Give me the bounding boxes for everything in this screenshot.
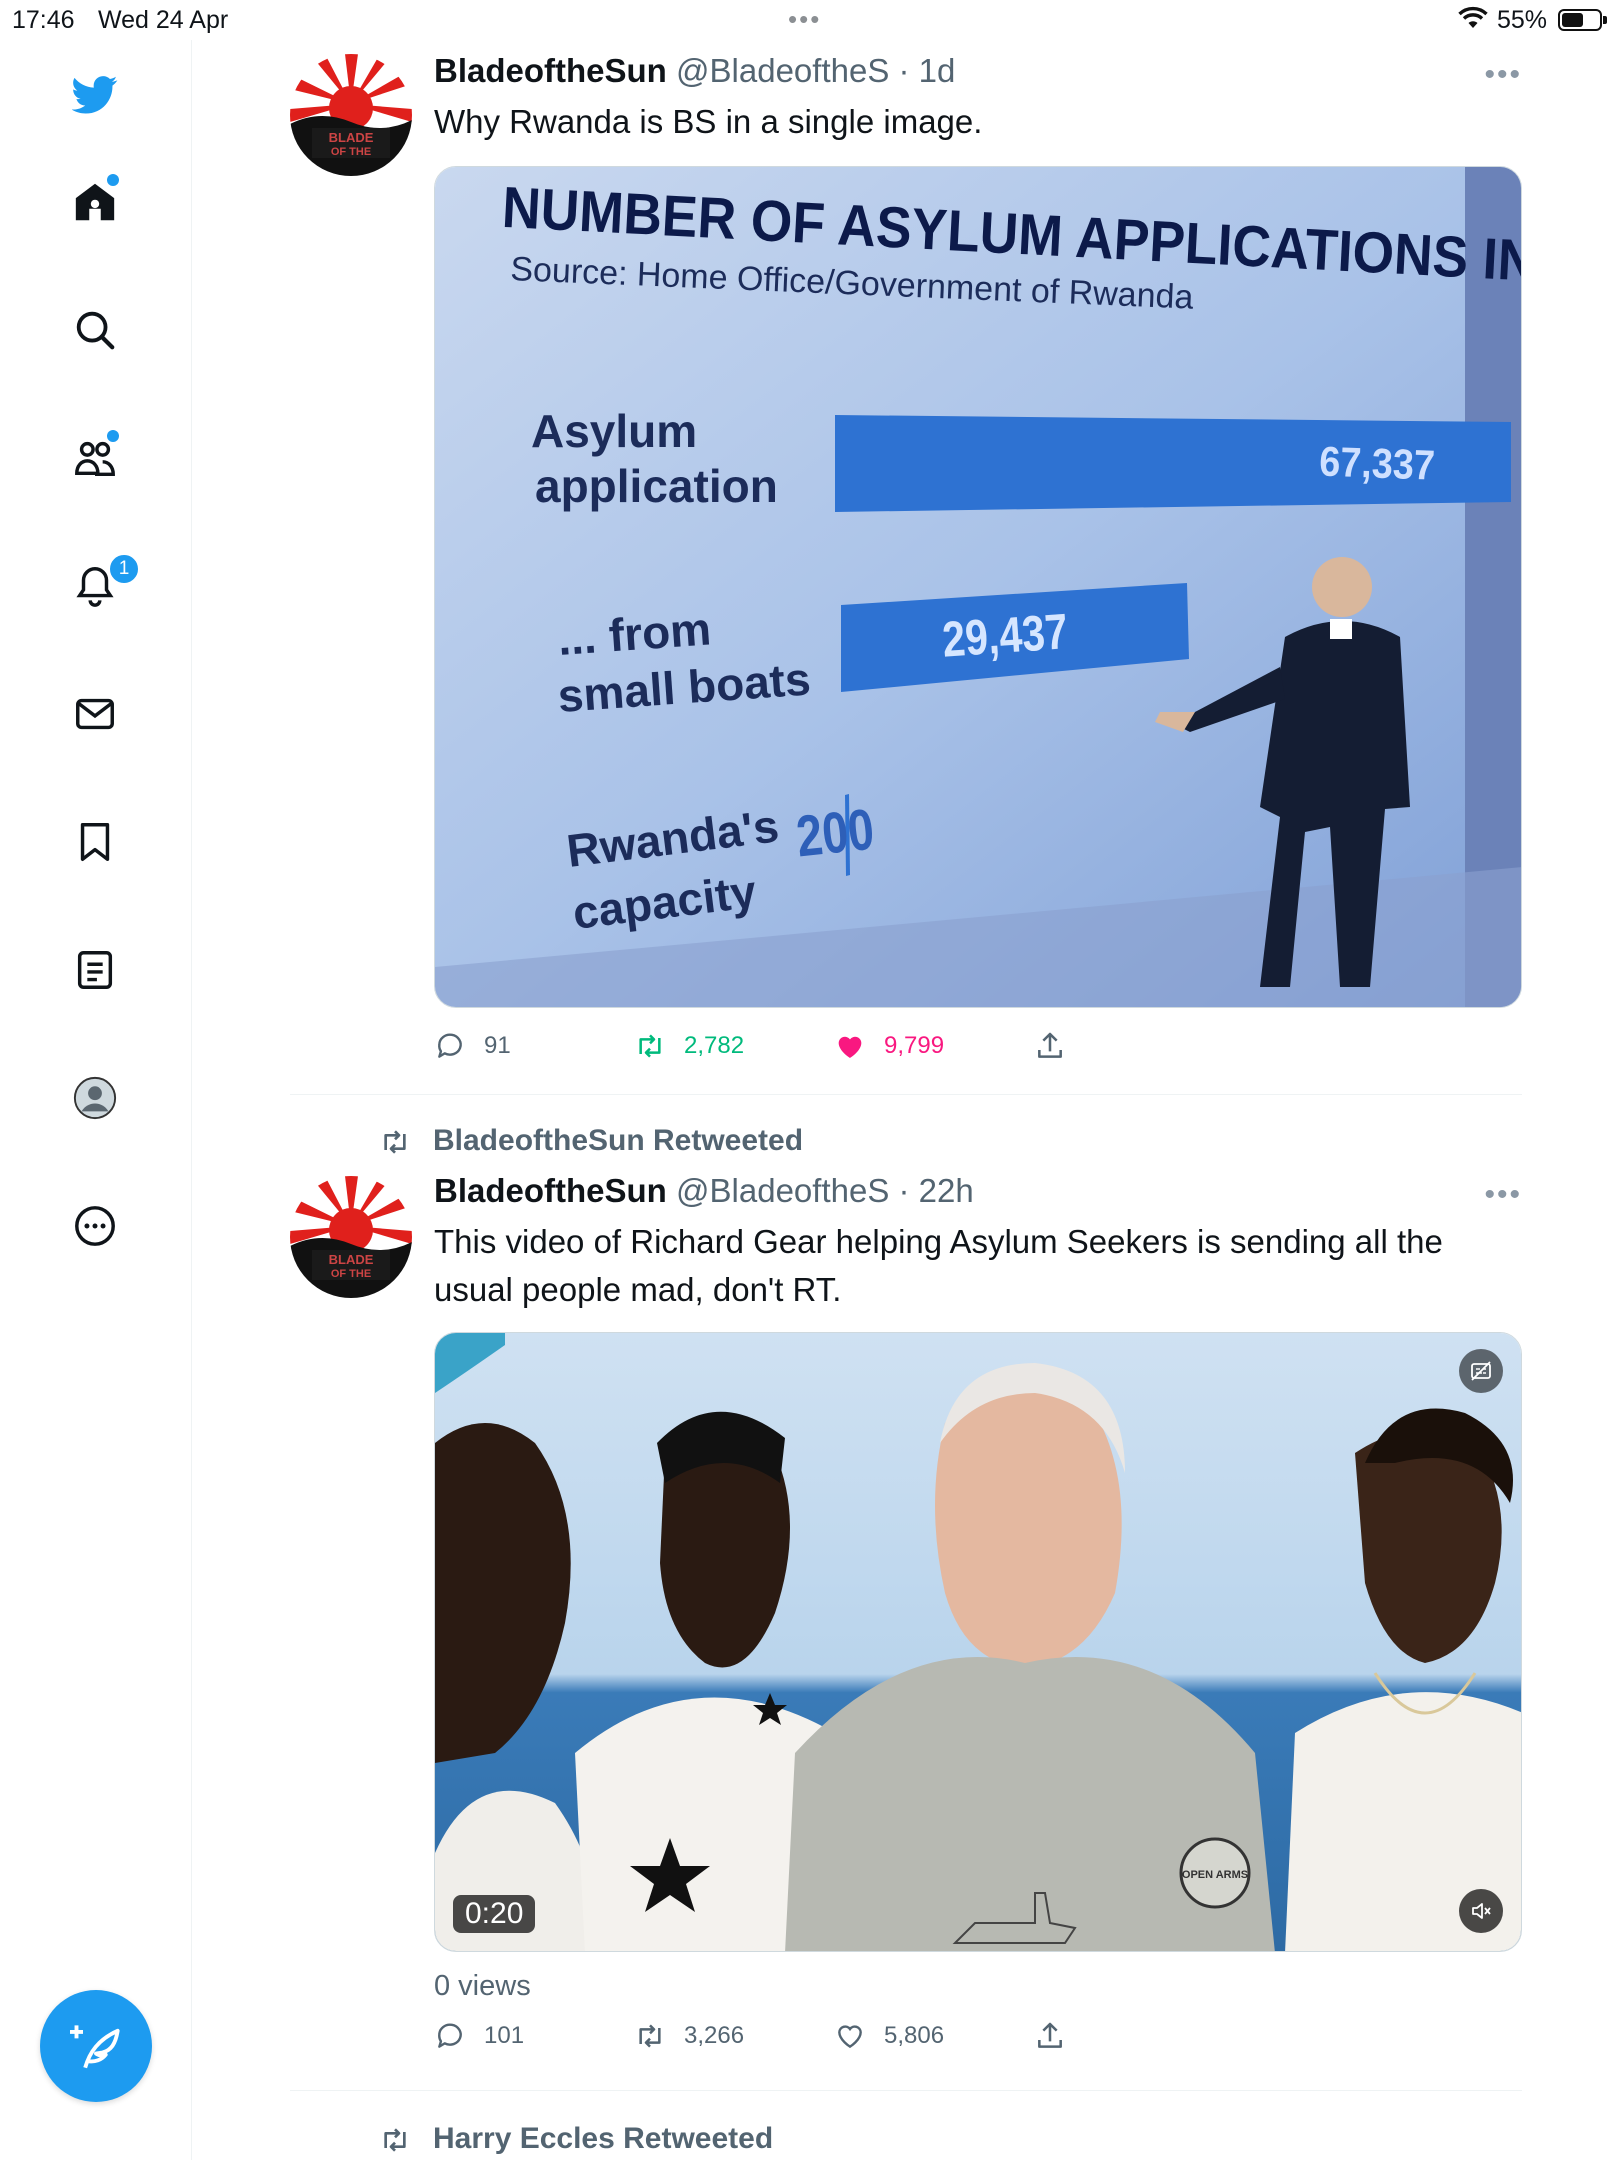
tweet-divider [290,2090,1522,2091]
tweet[interactable]: BLADE OF THE BladeoftheSun @BladeoftheS … [290,1170,1522,2050]
battery-percent: 55% [1497,6,1548,34]
svg-text:BLADE: BLADE [329,130,374,145]
more-options-icon[interactable]: ••• [1484,58,1522,92]
retweeted-by-label[interactable]: BladeoftheSun Retweeted [433,1124,803,1158]
author-handle[interactable]: @BladeoftheS [676,1172,889,1209]
retweet-count: 2,782 [684,1032,745,1059]
avatar[interactable]: BLADE OF THE [290,1176,412,1298]
status-date: Wed 24 Apr [98,6,229,34]
lists-icon[interactable] [63,938,127,1002]
heart-filled-icon [838,1036,862,1058]
compose-feather-icon [70,2025,120,2069]
tweet-image[interactable]: NUMBER OF ASYLUM APPLICATIONS IN 2023 So… [434,166,1522,1008]
like-count: 9,799 [884,1032,945,1059]
share-icon [1038,2022,1062,2048]
tweet-header: BladeoftheSun @BladeoftheS · 22h [434,1172,974,1210]
status-time: 17:46 [12,6,75,34]
svg-text:OF THE: OF THE [331,146,371,158]
status-bar: 17:46 Wed 24 Apr ••• 55% [0,0,1620,40]
retweet-icon [639,2024,661,2048]
heart-icon [838,2025,862,2049]
retweeted-icon [384,2128,406,2152]
bookmarks-icon[interactable] [63,810,127,874]
shirt-badge-icon: OPEN ARMS [1179,1837,1251,1909]
wifi-icon [1458,6,1488,37]
row-label: Asylum [531,405,697,457]
reply-button[interactable]: 101 [434,2020,524,2052]
retweet-button[interactable]: 3,266 [634,2020,744,2052]
share-button[interactable] [1034,1030,1066,1062]
tweet-text: This video of Richard Gear helping Asylu… [434,1223,1443,1308]
profile-icon[interactable] [63,1066,127,1130]
tweet-text: Why Rwanda is BS in a single image. [434,103,983,140]
tweet-actions: 101 3,266 5,806 [434,2020,1134,2060]
multitasking-dots-icon[interactable]: ••• [788,4,821,35]
more-icon[interactable] [63,1194,127,1258]
retweeted-by-label[interactable]: Harry Eccles Retweeted [433,2122,773,2156]
retweet-icon [639,1034,661,1058]
view-count: 0 views [434,1970,531,2002]
svg-text:OF THE: OF THE [331,1268,371,1280]
home-unread-dot [107,174,119,186]
row-label: ... from [556,602,713,665]
communities-unread-dot [107,430,119,442]
author-name[interactable]: BladeoftheSun [434,1172,667,1209]
like-button[interactable]: 9,799 [834,1030,944,1062]
reply-icon [438,1033,462,1058]
row-label: application [535,460,778,512]
retweet-button[interactable]: 2,782 [634,1030,744,1062]
battery-icon [1558,9,1607,31]
battery-level [1562,13,1583,27]
notification-count-badge: 1 [107,552,141,586]
avatar[interactable]: BLADE OF THE [290,54,412,176]
reply-icon [438,2023,462,2048]
tweet-time[interactable]: · 22h [899,1172,974,1209]
tweet-video[interactable]: OPEN ARMS 0:20 [434,1332,1522,1952]
communities-icon[interactable] [63,426,127,490]
retweeted-icon [384,1130,406,1154]
reply-button[interactable]: 91 [434,1030,511,1062]
video-duration: 0:20 [453,1895,536,1933]
tweet-header: BladeoftheSun @BladeoftheS · 1d [434,52,955,90]
tweet-divider [290,1094,1522,1095]
mute-icon[interactable] [1459,1889,1503,1933]
sidebar-nav: 1 [0,40,192,2160]
tweet-time[interactable]: · 1d [899,52,956,89]
more-options-icon[interactable]: ••• [1484,1178,1522,1212]
shirt-badge-text: OPEN ARMS [1182,1869,1248,1881]
svg-text:BLADE: BLADE [329,1252,374,1267]
retweet-count: 3,266 [684,2022,745,2049]
search-icon[interactable] [63,298,127,362]
reply-count: 101 [484,2022,525,2049]
home-icon[interactable] [63,170,127,234]
bar-value: 29,437 [941,603,1070,667]
twitter-logo-icon[interactable] [63,62,127,126]
tweet[interactable]: BLADE OF THE BladeoftheSun @BladeoftheS … [290,50,1522,1090]
bar-value: 67,337 [1319,439,1436,489]
author-handle[interactable]: @BladeoftheS [676,52,889,89]
compose-tweet-button[interactable] [40,1990,152,2102]
captions-icon[interactable] [1459,1349,1503,1393]
messages-icon[interactable] [63,682,127,746]
like-count: 5,806 [884,2022,945,2049]
bar-value: 200 [793,797,877,870]
share-icon [1038,1032,1062,1058]
share-button[interactable] [1034,2020,1066,2052]
tweet-actions: 91 2,782 9,799 [434,1030,1134,1070]
author-name[interactable]: BladeoftheSun [434,52,667,89]
reply-count: 91 [484,1032,511,1059]
like-button[interactable]: 5,806 [834,2020,944,2052]
notifications-icon[interactable]: 1 [63,552,141,618]
